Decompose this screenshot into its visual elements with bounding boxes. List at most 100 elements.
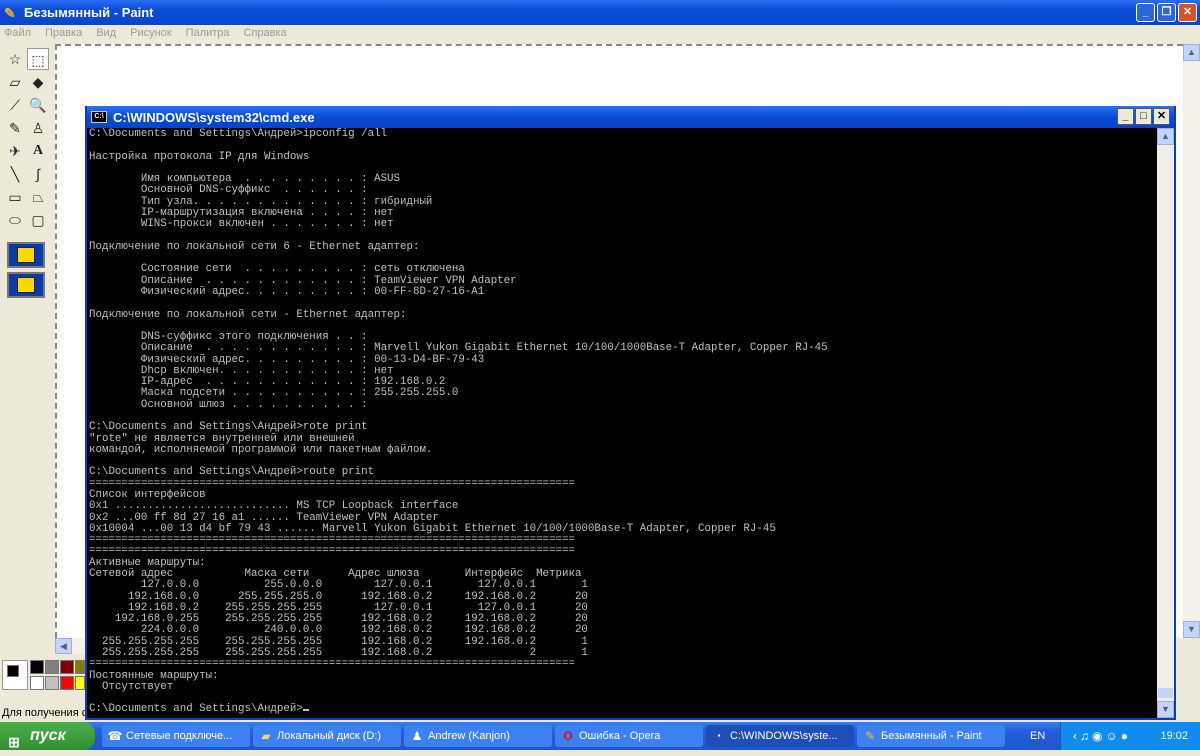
menu-edit[interactable]: Правка [45, 25, 82, 41]
rectangle-icon[interactable]: ▭ [4, 186, 26, 208]
task-andrew-kanjon[interactable]: ♟ Andrew (Kanjon) [404, 725, 552, 747]
palette-color[interactable] [75, 676, 85, 690]
brush-icon[interactable]: ♙ [27, 117, 49, 139]
console-line: Физический адрес. . . . . . . . . : 00-F… [89, 285, 485, 298]
eraser-icon[interactable]: ▱ [4, 71, 26, 93]
line-icon[interactable]: ╲ [4, 163, 26, 185]
menu-bar: Файл Правка Вид Рисунок Палитра Справка [0, 25, 1200, 41]
polygon-icon[interactable]: ⏢ [27, 186, 49, 208]
palette-color[interactable] [60, 660, 74, 674]
paint-title: Безымянный - Paint [24, 5, 154, 20]
cmd-title: C:\WINDOWS\system32\cmd.exe [113, 109, 315, 125]
maximize-button[interactable]: ❐ [1157, 3, 1176, 22]
cmd-title-bar: C:\ C:\WINDOWS\system32\cmd.exe _ □ ✕ [87, 106, 1174, 128]
clock: 19:02 [1160, 730, 1188, 742]
airbrush-icon[interactable]: ✈ [4, 140, 26, 162]
cmd-close-button[interactable]: ✕ [1153, 108, 1170, 125]
console-line: ========================================… [89, 658, 575, 671]
palette-color[interactable] [45, 660, 59, 674]
task-network-connections[interactable]: ☎ Сетевые подключе... [102, 725, 250, 747]
cmd-maximize-button[interactable]: □ [1135, 108, 1152, 125]
start-button[interactable]: ⊞ пуск [0, 722, 95, 750]
menu-file[interactable]: Файл [4, 25, 31, 41]
console-line: Подключение по локальной сети 6 - Ethern… [89, 240, 420, 253]
cmd-scrollbar[interactable]: ▲ ▼ [1157, 128, 1174, 718]
cmd-minimize-button[interactable]: _ [1117, 108, 1134, 125]
console-line: ========================================… [89, 545, 575, 558]
console-line: 0x1 ........................... MS TCP L… [89, 500, 459, 513]
menu-help[interactable]: Справка [244, 25, 287, 41]
console-output[interactable]: C:\Documents and Settings\Андрей>ipconfi… [87, 128, 1174, 718]
language-indicator[interactable]: EN [1030, 722, 1045, 750]
scroll-left-icon[interactable]: ◀ [55, 638, 72, 654]
palette-color[interactable] [60, 676, 74, 690]
task-cmd[interactable]: ▪ C:\WINDOWS\syste... [706, 725, 854, 747]
console-line: Подключение по локальной сети - Ethernet… [89, 308, 407, 321]
console-line: Настройка протокола IP для Windows [89, 150, 310, 163]
paint-icon: ✎ [4, 4, 16, 21]
curve-icon[interactable]: ∫ [27, 163, 49, 185]
network-icon: ☎ [107, 729, 123, 743]
minimize-button[interactable]: _ [1136, 3, 1155, 22]
chat-icon: ♟ [411, 729, 423, 743]
palette-color[interactable] [45, 676, 59, 690]
scroll-up-icon[interactable]: ▲ [1183, 44, 1200, 61]
palette-color[interactable] [30, 676, 44, 690]
fill-icon[interactable]: ◆ [27, 71, 49, 93]
console-line: WINS-прокси включен . . . . . . . : нет [89, 218, 394, 231]
rounded-rect-icon[interactable]: ▢ [27, 209, 49, 231]
taskbar: ⊞ пуск ☎ Сетевые подключе... ▰ Локальный ди… [0, 722, 1200, 750]
text-cursor [302, 709, 309, 712]
free-select-icon[interactable]: ☆ [4, 48, 26, 70]
tool-option[interactable] [7, 272, 45, 298]
tool-option[interactable] [7, 242, 45, 268]
console-line: C:\Documents and Settings\Андрей>rote pr… [89, 421, 368, 434]
console-line: Основной шлюз . . . . . . . . . . : [89, 398, 368, 411]
scroll-thumb[interactable] [1158, 688, 1173, 698]
paint-icon: ✎ [864, 729, 876, 743]
text-icon[interactable]: A [27, 140, 49, 162]
task-label: Ошибка - Opera [579, 730, 661, 742]
palette-color[interactable] [30, 660, 44, 674]
console-line: Описание . . . . . . . . . . . . : Marve… [89, 342, 828, 355]
task-label: Andrew (Kanjon) [428, 730, 510, 742]
color-palette [0, 656, 85, 696]
task-opera[interactable]: O Ошибка - Opera [555, 725, 703, 747]
menu-image[interactable]: Рисунок [130, 25, 172, 41]
vertical-scrollbar[interactable]: ▲ ▼ [1183, 44, 1200, 638]
magnifier-icon[interactable]: 🔍 [27, 94, 49, 116]
console-line: C:\Documents and Settings\Андрей> [89, 704, 828, 715]
console-line: 127.0.0.0 255.0.0.0 127.0.0.1 127.0.0.1 … [89, 579, 588, 592]
ellipse-icon[interactable]: ⬭ [4, 209, 26, 231]
scroll-down-icon[interactable]: ▼ [1183, 621, 1200, 638]
tray-icons[interactable]: ‹♫◉☺● [1073, 722, 1131, 750]
console-line: Состояние сети . . . . . . . . . : сеть … [89, 263, 465, 276]
horizontal-scrollbar[interactable]: ◀ [55, 638, 85, 654]
palette-color[interactable] [75, 660, 85, 674]
cmd-window[interactable]: C:\ C:\WINDOWS\system32\cmd.exe _ □ ✕ C:… [85, 106, 1176, 720]
task-local-disk[interactable]: ▰ Локальный диск (D:) [253, 725, 401, 747]
task-label: Безымянный - Paint [881, 730, 982, 742]
scroll-up-icon[interactable]: ▲ [1157, 128, 1174, 145]
toolbox: ☆ ⬚ ▱ ◆ ⟋ 🔍 ✎ ♙ ✈ A ╲ ∫ ▭ ⏢ ⬭ ▢ [0, 44, 54, 304]
console-line: Основной DNS-суффикс . . . . . . : [89, 184, 368, 197]
pencil-icon[interactable]: ✎ [4, 117, 26, 139]
console-line: командой, исполняемой программой или пак… [89, 443, 433, 456]
current-colors[interactable] [2, 660, 28, 690]
task-label: Локальный диск (D:) [277, 730, 382, 742]
task-paint[interactable]: ✎ Безымянный - Paint [857, 725, 1005, 747]
close-button[interactable]: ✕ [1178, 3, 1197, 22]
console-lines: C:\Documents and Settings\Андрей>ipconfi… [89, 128, 828, 716]
opera-icon: O [563, 729, 573, 743]
color-picker-icon[interactable]: ⟋ [4, 94, 26, 116]
scroll-down-icon[interactable]: ▼ [1157, 701, 1174, 718]
menu-colors[interactable]: Палитра [186, 25, 230, 41]
console-line: Отсутствует [89, 680, 174, 693]
rect-select-icon[interactable]: ⬚ [27, 48, 49, 70]
folder-icon: ▰ [261, 729, 271, 743]
menu-view[interactable]: Вид [96, 25, 116, 41]
console-line: Постоянные маршруты: [89, 669, 219, 682]
system-tray: ‹♫◉☺● 19:02 [1060, 722, 1200, 750]
